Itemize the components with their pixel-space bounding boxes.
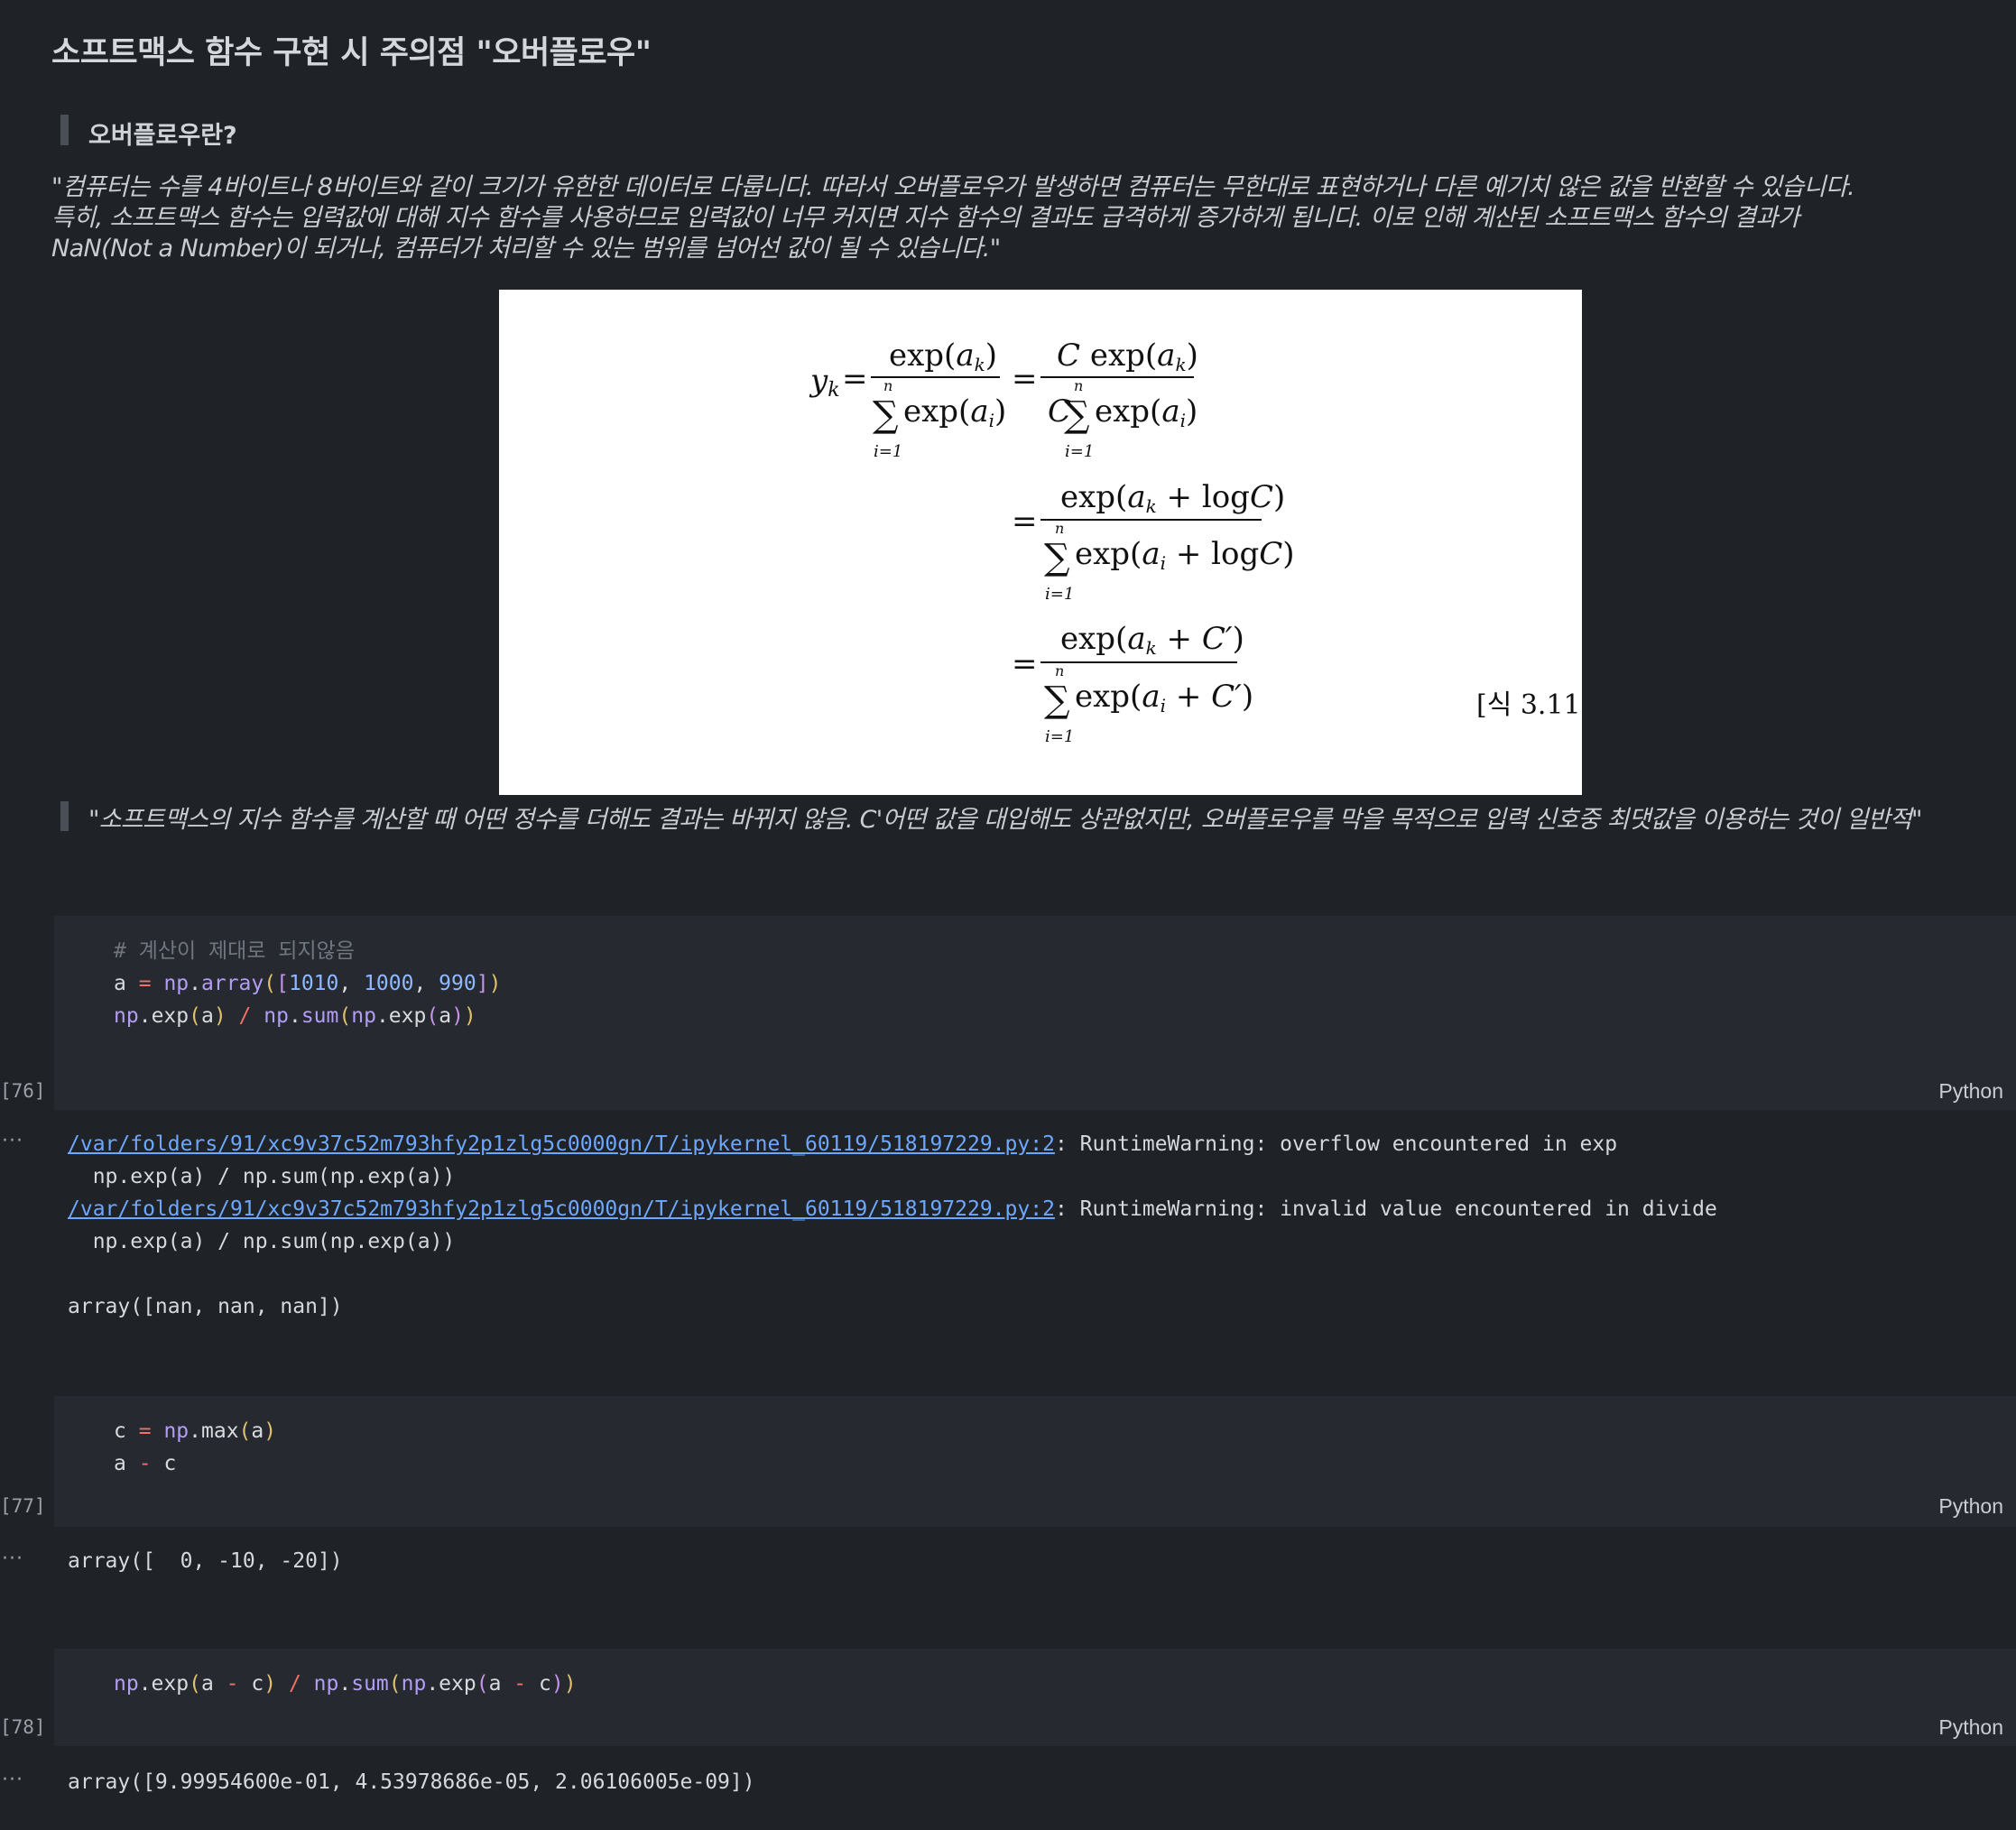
sum-bottom-3: i=1 xyxy=(1045,585,1074,604)
execution-count-77: [77] xyxy=(0,1495,46,1517)
formula-lhs: yk xyxy=(809,363,840,402)
output-76: /var/folders/91/xc9v37c52m793hfy2p1zlg5c… xyxy=(68,1132,1717,1318)
formula-num-3: exp(ak + logC) xyxy=(1060,479,1285,517)
softmax-quote: "소프트맥스의 지수 함수를 계산할 때 어떤 정수를 더해도 결과는 바뀌지 … xyxy=(88,806,1922,834)
paragraph-line-2: 특히, 소프트맥스 함수는 입력값에 대해 지수 함수를 사용하므로 입력값이 … xyxy=(51,204,1799,232)
formula-den-4: exp(ai + C′) xyxy=(1075,679,1253,716)
sum-top-3: n xyxy=(1055,520,1064,537)
language-label-76[interactable]: Python xyxy=(1938,1079,2003,1104)
result-77: array([ 0, -10, -20]) xyxy=(68,1549,343,1573)
sum-bottom-1: i=1 xyxy=(874,442,902,461)
language-label-77[interactable]: Python xyxy=(1938,1494,2003,1519)
warning-link-2[interactable]: /var/folders/91/xc9v37c52m793hfy2p1zlg5c… xyxy=(68,1197,1055,1221)
output-menu-76[interactable]: ··· xyxy=(2,1130,23,1152)
sum-top-1: n xyxy=(883,377,892,394)
paragraph-line-3: NaN(Not a Number)이 되거나, 컴퓨터가 처리할 수 있는 범위… xyxy=(51,235,1001,263)
sum-symbol-1: ∑ xyxy=(873,394,899,436)
sum-top-4: n xyxy=(1055,662,1064,679)
formula-den-2: exp(ai) xyxy=(1095,393,1198,431)
quote-bar xyxy=(60,801,69,831)
code-editor-76[interactable]: # 계산이 제대로 되지않음 a = np.array([1010, 1000,… xyxy=(114,935,501,1032)
section-heading: 오버플로우란? xyxy=(88,122,237,150)
sum-top-2: n xyxy=(1074,377,1083,394)
formula-eq-4: = xyxy=(1012,646,1038,682)
formula-eq-1: = xyxy=(842,361,868,397)
formula-den-1: exp(ai) xyxy=(903,393,1006,431)
sum-symbol-2: ∑ xyxy=(1064,394,1090,436)
formula-eq-3: = xyxy=(1012,504,1038,540)
execution-count-76: [76] xyxy=(0,1080,46,1102)
sum-symbol-3: ∑ xyxy=(1044,537,1070,578)
output-menu-78[interactable]: ··· xyxy=(2,1769,23,1791)
code-editor-77[interactable]: c = np.max(a) a - c xyxy=(114,1415,276,1480)
overflow-paragraph: "컴퓨터는 수를 4바이트나 8바이트와 같이 크기가 유한한 데이터로 다룹니… xyxy=(51,172,1956,264)
warning-link-1[interactable]: /var/folders/91/xc9v37c52m793hfy2p1zlg5c… xyxy=(68,1132,1055,1156)
result-78: array([9.99954600e-01, 4.53978686e-05, 2… xyxy=(68,1770,755,1794)
execution-count-78: [78] xyxy=(0,1716,46,1738)
formula-svg: yk = exp(ak) n ∑ exp(ai) i=1 = C exp(ak)… xyxy=(809,337,1591,746)
sum-bottom-4: i=1 xyxy=(1045,727,1074,746)
paragraph-line-1: "컴퓨터는 수를 4바이트나 8바이트와 같이 크기가 유한한 데이터로 다룹니… xyxy=(51,173,1855,201)
heading-quote-bar xyxy=(60,115,69,145)
formula-den-3: exp(ai + logC) xyxy=(1075,536,1295,574)
formula-num-4: exp(ak + C′) xyxy=(1060,621,1244,659)
formula-num-2: C exp(ak) xyxy=(1057,337,1198,375)
output-menu-77[interactable]: ··· xyxy=(2,1548,23,1570)
sum-bottom-2: i=1 xyxy=(1065,442,1094,461)
sum-symbol-4: ∑ xyxy=(1044,679,1070,721)
formula-num-1: exp(ak) xyxy=(889,337,997,375)
result-76: array([nan, nan, nan]) xyxy=(68,1295,343,1318)
formula-label: [식 3.11] xyxy=(1476,689,1582,721)
formula-eq-2: = xyxy=(1012,361,1038,397)
code-editor-78[interactable]: np.exp(a - c) / np.sum(np.exp(a - c)) xyxy=(114,1668,577,1700)
code-cell-77[interactable] xyxy=(54,1396,2016,1527)
warning-source-2: np.exp(a) / np.sum(np.exp(a)) xyxy=(68,1230,456,1253)
softmax-formula-image: yk = exp(ak) n ∑ exp(ai) i=1 = C exp(ak)… xyxy=(499,290,1591,795)
code-comment: # 계산이 제대로 되지않음 xyxy=(114,939,355,963)
page-title: 소프트맥스 함수 구현 시 주의점 "오버플로우" xyxy=(51,35,652,71)
warning-source-1: np.exp(a) / np.sum(np.exp(a)) xyxy=(68,1165,456,1188)
language-label-78[interactable]: Python xyxy=(1938,1715,2003,1740)
